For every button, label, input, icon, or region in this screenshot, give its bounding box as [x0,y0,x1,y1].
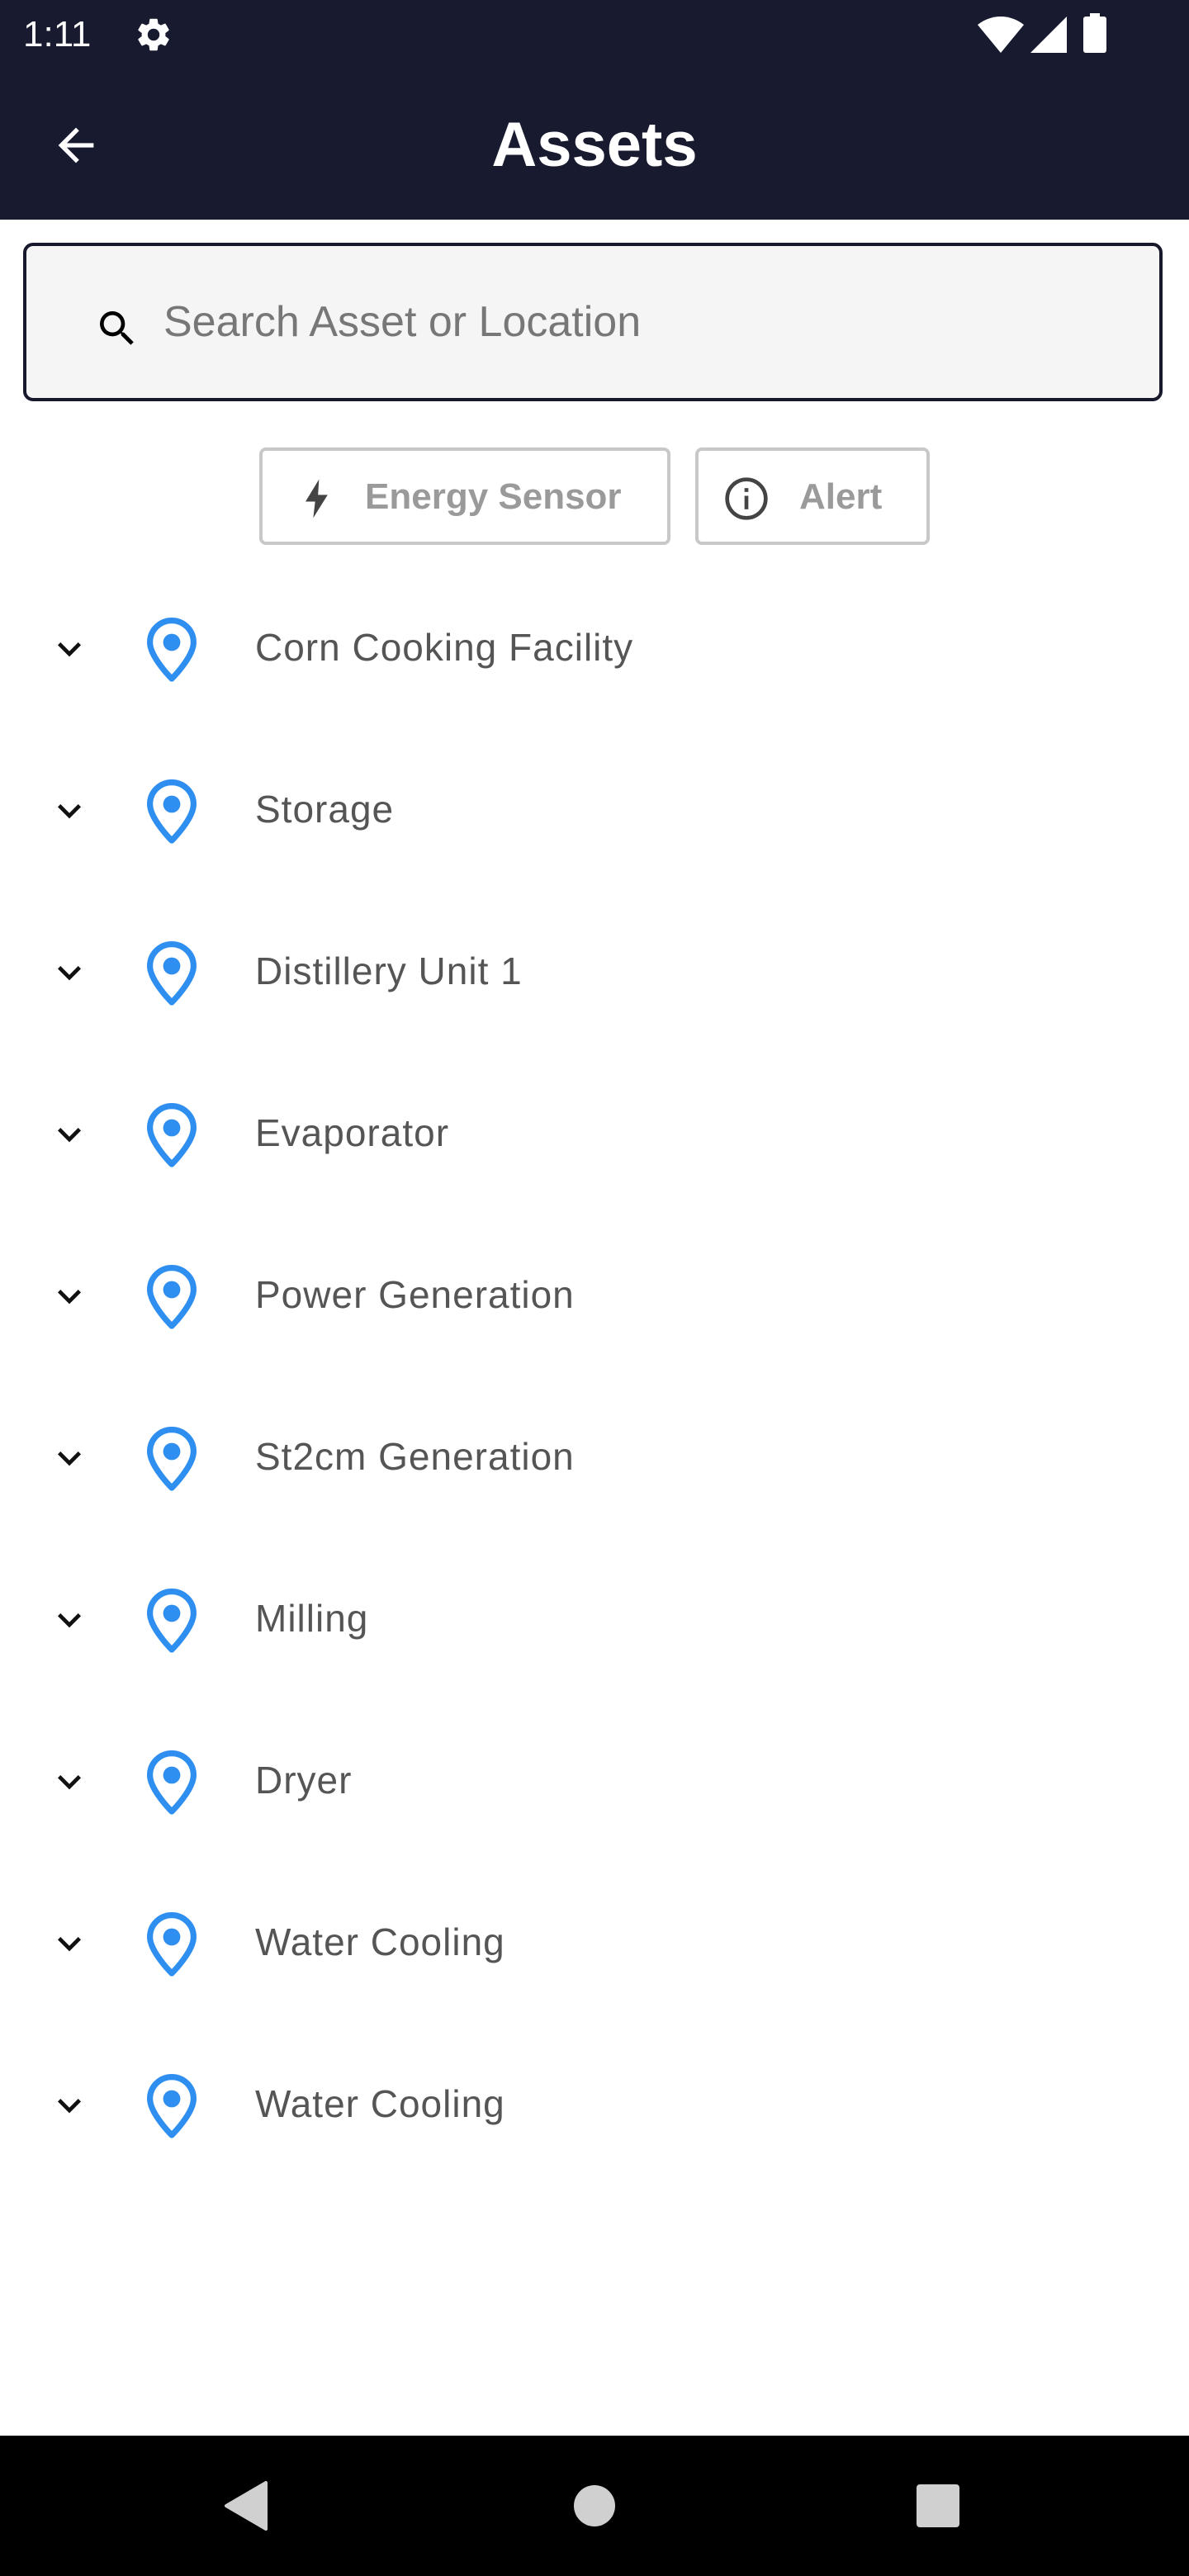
alert-filter-label: Alert [799,476,883,517]
asset-row-water-cooling[interactable]: Water Cooling [0,2023,1189,2185]
asset-label: Distillery Unit 1 [255,949,523,992]
asset-row-milling[interactable]: Milling [0,1537,1189,1699]
location-pin-icon [147,1750,197,1815]
chevron-down-icon[interactable] [46,788,92,834]
asset-label: Storage [255,788,395,831]
asset-label: Water Cooling [255,2082,505,2125]
asset-label: Evaporator [255,1111,450,1154]
search-box[interactable] [23,243,1163,401]
asset-label: Dryer [255,1759,353,1802]
bolt-icon [306,479,328,519]
system-navigation-bar [0,2436,1189,2576]
asset-row-storage[interactable]: Storage [0,728,1189,890]
cell-signal-icon [1030,17,1067,53]
location-pin-icon [147,941,197,1006]
asset-row-evaporator[interactable]: Evaporator [0,1052,1189,1214]
asset-row-corn-cooking-facility[interactable]: Corn Cooking Facility [0,566,1189,728]
back-triangle-icon [225,2481,268,2531]
location-pin-icon [147,779,197,844]
nav-home-button[interactable] [528,2436,661,2576]
recents-square-icon [917,2484,959,2527]
asset-label: Milling [255,1597,369,1640]
asset-row-water-cooling[interactable]: Water Cooling [0,1861,1189,2023]
energy-sensor-filter-label: Energy Sensor [365,476,622,517]
energy-sensor-filter-button[interactable]: Energy Sensor [259,447,670,545]
asset-row-power-generation[interactable]: Power Generation [0,1214,1189,1376]
chevron-down-icon[interactable] [46,1920,92,1967]
asset-row-distillery-unit-1[interactable]: Distillery Unit 1 [0,890,1189,1052]
app-header: 1:11 Assets [0,0,1189,220]
location-pin-icon [147,618,197,682]
chevron-down-icon[interactable] [46,1273,92,1319]
gear-icon [138,18,169,51]
chevron-down-icon[interactable] [46,1759,92,1805]
search-input[interactable] [163,279,1138,365]
chevron-down-icon[interactable] [46,949,92,996]
page-title: Assets [491,110,698,180]
location-pin-icon [147,1265,197,1329]
chevron-down-icon[interactable] [46,2082,92,2129]
info-circle-icon [725,477,768,520]
location-pin-icon [147,1103,197,1167]
location-pin-icon [147,1427,197,1491]
wifi-icon [978,17,1024,53]
status-time: 1:11 [23,14,92,54]
nav-back-button[interactable] [183,2436,315,2576]
alert-filter-button[interactable]: Alert [695,447,930,545]
asset-row-st2cm-generation[interactable]: St2cm Generation [0,1376,1189,1537]
asset-row-dryer[interactable]: Dryer [0,1699,1189,1861]
asset-label: Water Cooling [255,1920,505,1963]
location-pin-icon [147,1912,197,1977]
chevron-down-icon[interactable] [46,1597,92,1643]
status-bar: 1:11 [0,0,1189,69]
search-icon [100,311,134,345]
status-icons [978,13,1176,56]
asset-list: Corn Cooking Facility Storage Distillery… [0,566,1189,2185]
chevron-down-icon[interactable] [46,1435,92,1481]
battery-icon [1083,13,1106,53]
location-pin-icon [147,1589,197,1653]
location-pin-icon [147,2074,197,2138]
asset-label: Corn Cooking Facility [255,626,634,669]
nav-recents-button[interactable] [872,2436,1004,2576]
chevron-down-icon[interactable] [46,626,92,672]
asset-label: Power Generation [255,1273,575,1316]
home-circle-icon [574,2485,615,2526]
asset-label: St2cm Generation [255,1435,575,1478]
chevron-down-icon[interactable] [46,1111,92,1158]
